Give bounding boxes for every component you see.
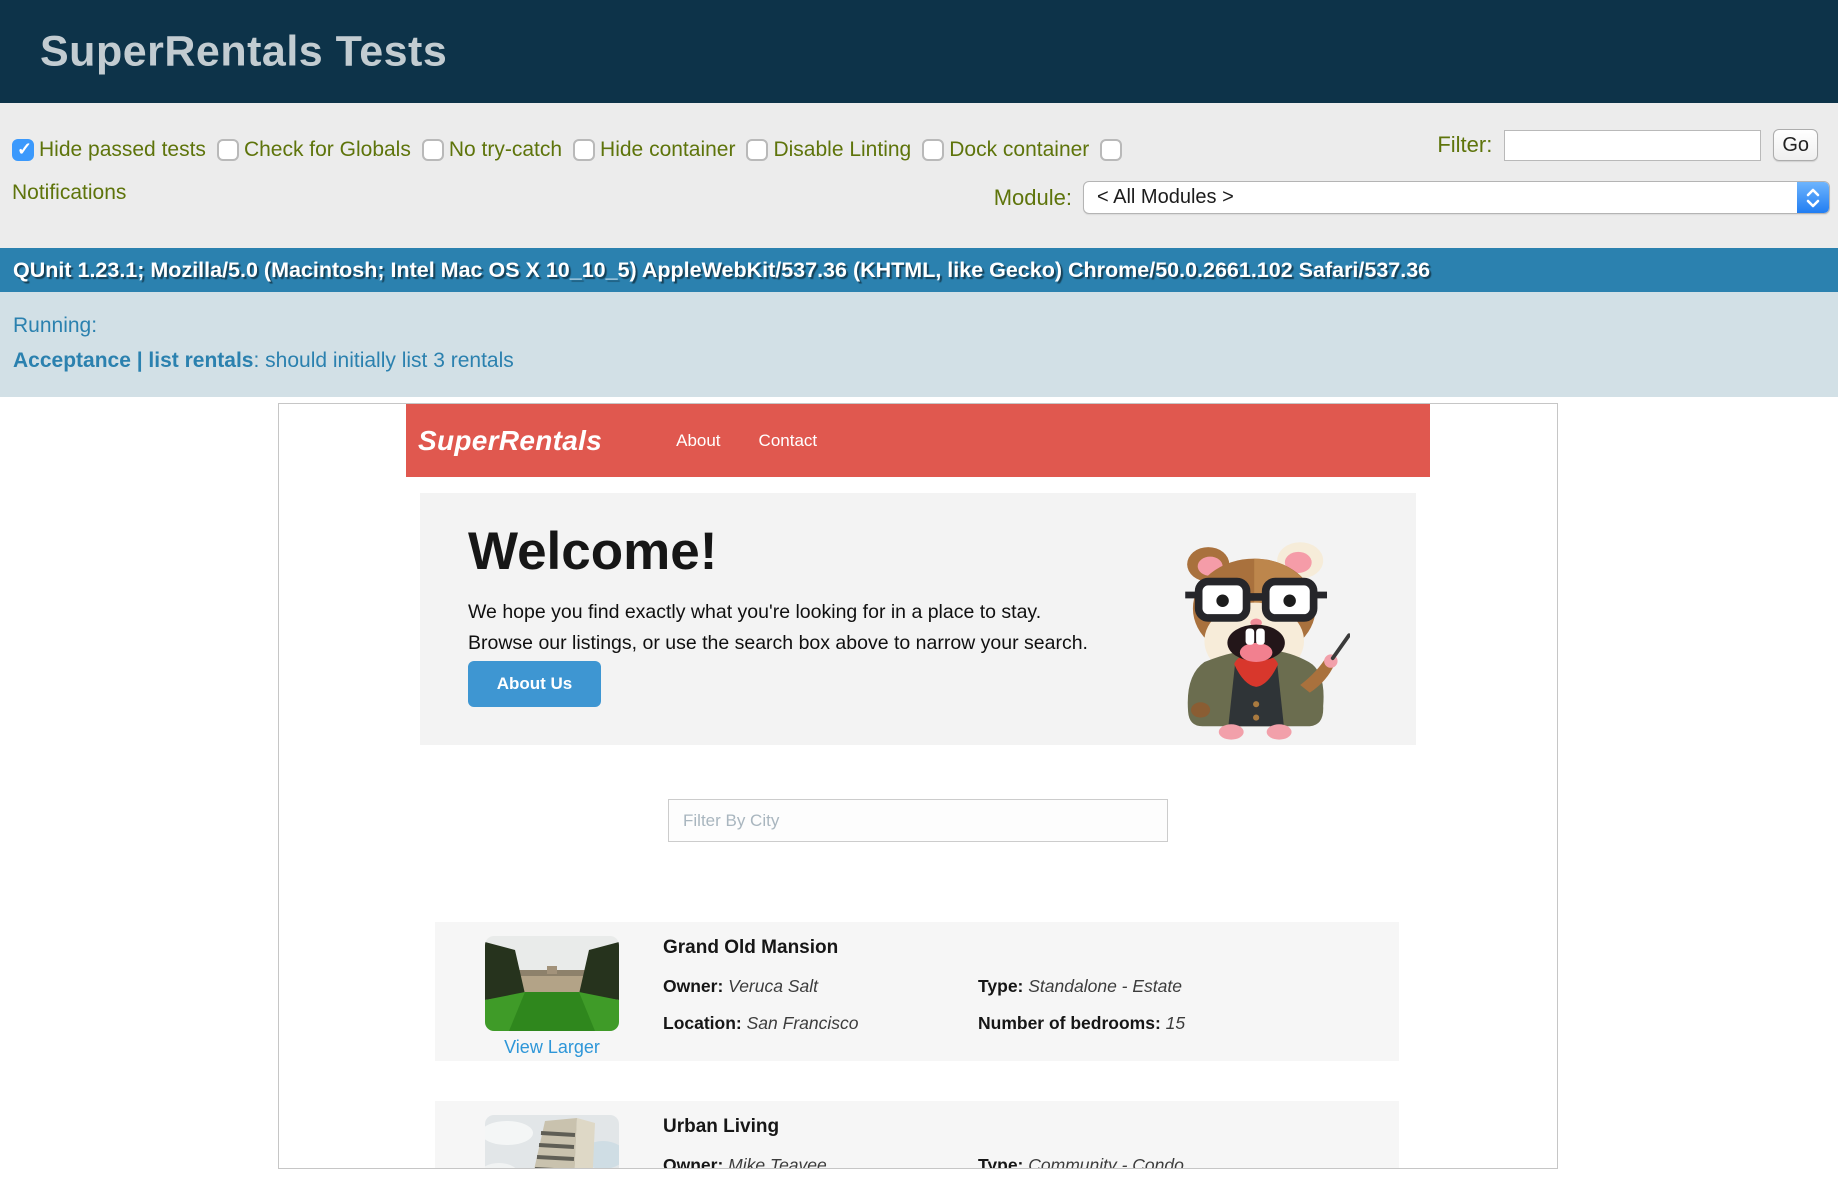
checkbox-no-try-catch[interactable]: No try-catch bbox=[422, 138, 562, 162]
filter-by-city-input[interactable] bbox=[668, 799, 1168, 842]
checkbox-hide-container[interactable]: Hide container bbox=[573, 138, 735, 162]
filter-label: Filter: bbox=[1437, 132, 1492, 158]
module-select[interactable]: < All Modules > bbox=[1083, 181, 1830, 214]
checkbox-hide-passed-tests[interactable]: Hide passed tests bbox=[12, 138, 206, 162]
rental-listing-grand-old-mansion: View Larger Grand Old Mansion Owner: Ver… bbox=[435, 922, 1399, 1061]
nav-link-contact[interactable]: Contact bbox=[759, 431, 818, 451]
checkbox-check-for-globals[interactable]: Check for Globals bbox=[217, 138, 411, 162]
rental-title: Grand Old Mansion bbox=[663, 937, 838, 959]
mansion-photo bbox=[485, 936, 619, 1031]
filter-group: Filter: Go bbox=[1437, 129, 1818, 161]
check-for-globals-checkbox[interactable] bbox=[217, 139, 239, 161]
checkbox-disable-linting[interactable]: Disable Linting bbox=[746, 138, 911, 162]
rental-type: Type: Community - Condo bbox=[978, 1155, 1184, 1169]
hide-container-checkbox[interactable] bbox=[573, 139, 595, 161]
test-result-bar: Running: Acceptance | list rentals: shou… bbox=[0, 292, 1838, 397]
about-us-button[interactable]: About Us bbox=[468, 661, 601, 707]
app-navbar: SuperRentals About Contact bbox=[406, 404, 1430, 477]
checkbox-row: Hide passed tests Check for Globals No t… bbox=[12, 138, 1127, 162]
notifications-label: Notifications bbox=[12, 181, 126, 205]
ember-testing-container: SuperRentals About Contact Welcome! We h… bbox=[278, 403, 1558, 1169]
notifications-checkbox[interactable] bbox=[1100, 139, 1122, 161]
user-agent-bar: QUnit 1.23.1; Mozilla/5.0 (Macintosh; In… bbox=[0, 248, 1838, 292]
module-label: Module: bbox=[994, 185, 1072, 211]
no-try-catch-checkbox[interactable] bbox=[422, 139, 444, 161]
module-group: Module: < All Modules > bbox=[994, 181, 1830, 214]
page-title: SuperRentals Tests bbox=[40, 27, 447, 76]
rental-location: Location: San Francisco bbox=[663, 1013, 858, 1034]
rental-listing-urban-living: Urban Living Owner: Mike Teavee Type: Co… bbox=[435, 1101, 1399, 1169]
running-label: Running: bbox=[13, 314, 1838, 338]
tomster-mascot bbox=[1168, 539, 1350, 741]
brand-link[interactable]: SuperRentals bbox=[418, 425, 602, 457]
disable-linting-checkbox[interactable] bbox=[746, 139, 768, 161]
view-larger-link[interactable]: View Larger bbox=[485, 1037, 619, 1058]
rental-owner: Owner: Veruca Salt bbox=[663, 976, 818, 997]
super-rentals-app: SuperRentals About Contact Welcome! We h… bbox=[406, 404, 1430, 1168]
filter-input[interactable] bbox=[1504, 130, 1761, 161]
nav-link-about[interactable]: About bbox=[676, 431, 720, 451]
welcome-text: We hope you find exactly what you're loo… bbox=[468, 597, 1088, 659]
rental-title: Urban Living bbox=[663, 1116, 779, 1138]
skyscraper-photo bbox=[485, 1115, 619, 1169]
nav-links: About Contact bbox=[676, 431, 855, 451]
qunit-header: SuperRentals Tests bbox=[0, 0, 1838, 103]
module-selected-value: < All Modules > bbox=[1084, 186, 1234, 209]
rental-owner: Owner: Mike Teavee bbox=[663, 1155, 827, 1169]
checkbox-dock-container[interactable]: Dock container bbox=[922, 138, 1089, 162]
hide-passed-tests-checkbox[interactable] bbox=[12, 139, 34, 161]
dock-container-checkbox[interactable] bbox=[922, 139, 944, 161]
running-test-name: Acceptance | list rentals: should initia… bbox=[13, 349, 1838, 373]
up-down-chevron-icon bbox=[1797, 181, 1829, 214]
qunit-toolbar: Hide passed tests Check for Globals No t… bbox=[0, 103, 1838, 248]
rental-type: Type: Standalone - Estate bbox=[978, 976, 1182, 997]
rental-bedrooms: Number of bedrooms: 15 bbox=[978, 1013, 1185, 1034]
welcome-heading: Welcome! bbox=[468, 521, 717, 582]
go-button[interactable]: Go bbox=[1773, 129, 1818, 161]
welcome-jumbotron: Welcome! We hope you find exactly what y… bbox=[420, 493, 1416, 745]
